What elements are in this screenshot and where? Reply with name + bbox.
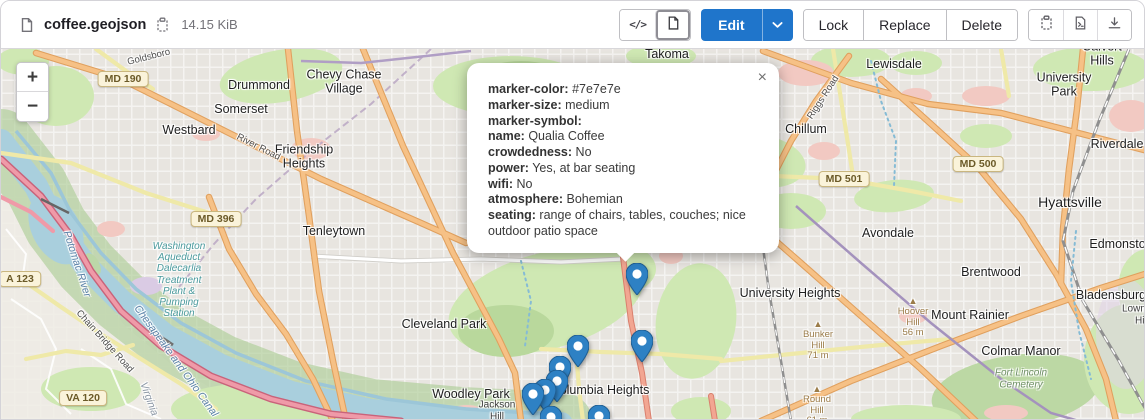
copy-file-path-icon[interactable] [155, 17, 170, 33]
zoom-out-button[interactable]: − [17, 92, 48, 121]
download-icon [1107, 16, 1122, 34]
popup-property-row: marker-color: #7e7e7e [488, 82, 761, 98]
copy-contents-button[interactable] [1029, 10, 1063, 40]
edit-split-button: Edit [701, 9, 792, 41]
lock-button[interactable]: Lock [804, 10, 864, 40]
popup-property-row: crowdedness: No [488, 145, 761, 161]
edit-dropdown-button[interactable] [762, 9, 793, 41]
file-view-toggle: </> [619, 9, 691, 41]
popup-property-row: atmosphere: Bohemian [488, 192, 761, 208]
popup-property-row: marker-symbol: [488, 114, 761, 130]
popup-property-row: power: Yes, at bar seating [488, 161, 761, 177]
file-actions: Lock Replace Delete [803, 9, 1018, 41]
replace-button[interactable]: Replace [863, 10, 945, 40]
map-zoom-control: + − [16, 62, 49, 122]
file-icon [19, 17, 35, 33]
snippet-viewer: coffee.geojson 14.15 KiB </> Edit [0, 0, 1145, 420]
popup-property-row: marker-size: medium [488, 98, 761, 114]
file-code-icon [1073, 15, 1088, 34]
download-button[interactable] [1097, 10, 1131, 40]
map[interactable]: TakomaGoldsboroDrummondChevy Chase Villa… [1, 49, 1144, 419]
clipboard-icon [1039, 15, 1054, 34]
rendered-view-button[interactable] [655, 10, 690, 40]
code-icon: </> [629, 18, 646, 31]
popup-property-row: seating: range of chairs, tables, couche… [488, 208, 761, 240]
delete-button[interactable]: Delete [946, 10, 1017, 40]
source-view-button[interactable]: </> [620, 10, 655, 40]
open-raw-button[interactable] [1063, 10, 1097, 40]
feature-popup: × marker-color: #7e7e7e marker-size: med… [467, 63, 779, 253]
file-name: coffee.geojson [44, 17, 146, 33]
document-icon [666, 15, 681, 34]
chevron-down-icon [772, 17, 783, 32]
popup-property-row: wifi: No [488, 177, 761, 193]
file-header: coffee.geojson 14.15 KiB </> Edit [1, 1, 1144, 49]
file-size: 14.15 KiB [181, 17, 237, 32]
popup-close-button[interactable]: × [756, 68, 769, 88]
file-utility-buttons [1028, 9, 1132, 41]
popup-property-row: name: Qualia Coffee [488, 129, 761, 145]
zoom-in-button[interactable]: + [17, 63, 48, 92]
edit-button[interactable]: Edit [701, 9, 761, 41]
